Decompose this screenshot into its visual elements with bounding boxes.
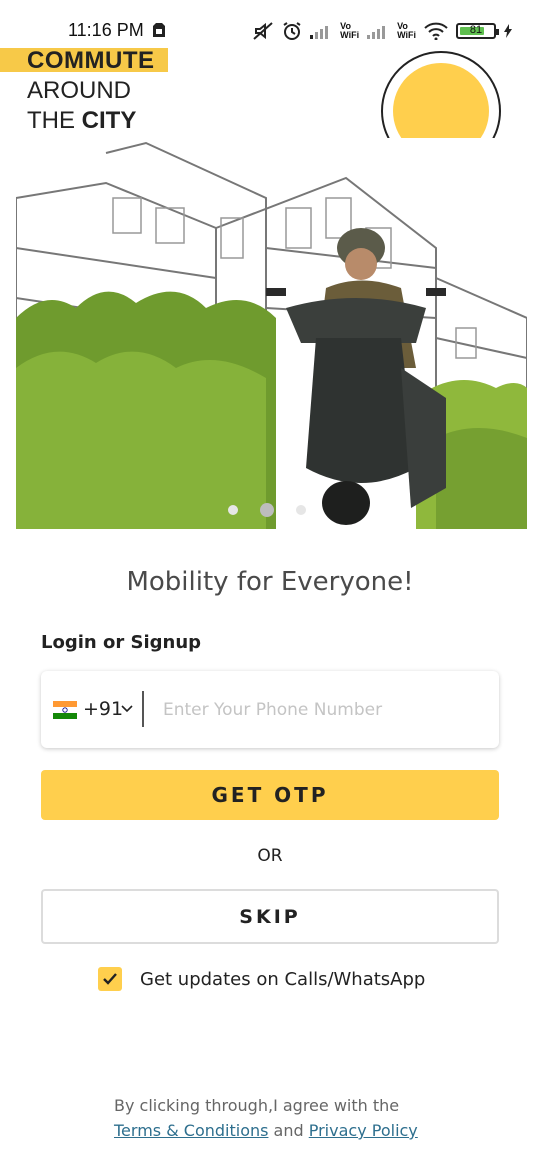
vo-wifi-label-2: Vo WiFi xyxy=(397,21,416,40)
login-label: Login or Signup xyxy=(41,632,202,653)
consent-row[interactable]: Get updates on Calls/WhatsApp xyxy=(98,967,425,991)
tagline: Mobility for Everyone! xyxy=(126,567,414,597)
terms-and-text: and xyxy=(268,1121,309,1140)
get-otp-button[interactable]: GET OTP xyxy=(41,770,499,820)
india-flag-icon[interactable] xyxy=(53,701,77,719)
battery-level: 81 xyxy=(469,24,483,36)
mute-icon xyxy=(253,22,273,40)
hero-title-line3: THE CITY xyxy=(27,107,137,134)
phone-input[interactable] xyxy=(153,693,483,727)
or-separator: OR xyxy=(257,846,283,866)
vo-wifi-label-1: Vo WiFi xyxy=(340,21,360,40)
consent-checkbox[interactable] xyxy=(98,967,122,991)
carousel-dot-2[interactable] xyxy=(260,503,274,517)
hero-banner: COMMUTE AROUND THE CITY xyxy=(0,47,540,530)
privacy-link[interactable]: Privacy Policy xyxy=(309,1121,418,1140)
carousel-dots[interactable] xyxy=(228,503,306,517)
charging-icon xyxy=(504,24,512,38)
phone-field[interactable]: +91 xyxy=(41,671,499,748)
hero-title-line1: COMMUTE xyxy=(27,47,155,74)
terms-link[interactable]: Terms & Conditions xyxy=(114,1121,268,1140)
hero-title-line2: AROUND xyxy=(27,77,132,104)
chevron-down-icon[interactable] xyxy=(121,705,133,713)
consent-label[interactable]: Get updates on Calls/WhatsApp xyxy=(140,969,425,990)
status-bar: 11:16 PM Vo WiFi Vo WiFi 81 xyxy=(0,0,540,50)
skip-button[interactable]: SKIP xyxy=(41,889,499,944)
terms-intro: By clicking through,I agree with the xyxy=(114,1096,400,1115)
hero-title-highlight: COMMUTE xyxy=(0,47,168,74)
wifi-icon xyxy=(424,22,448,40)
alarm-icon xyxy=(283,22,301,40)
check-icon xyxy=(103,973,117,985)
carousel-dot-3[interactable] xyxy=(296,505,306,515)
country-code[interactable]: +91 xyxy=(83,698,123,720)
battery-icon: 81 xyxy=(456,23,499,39)
signal-icon-2 xyxy=(367,26,386,39)
terms-notice: By clicking through,I agree with the Ter… xyxy=(114,1093,418,1143)
field-divider xyxy=(142,691,144,727)
sim-card-icon xyxy=(153,23,165,37)
status-time: 11:16 PM xyxy=(68,20,144,40)
carousel-dot-1[interactable] xyxy=(228,505,238,515)
hero-illustration xyxy=(16,138,527,529)
signal-icon xyxy=(310,26,329,39)
status-icons: Vo WiFi Vo WiFi 81 xyxy=(252,18,512,44)
